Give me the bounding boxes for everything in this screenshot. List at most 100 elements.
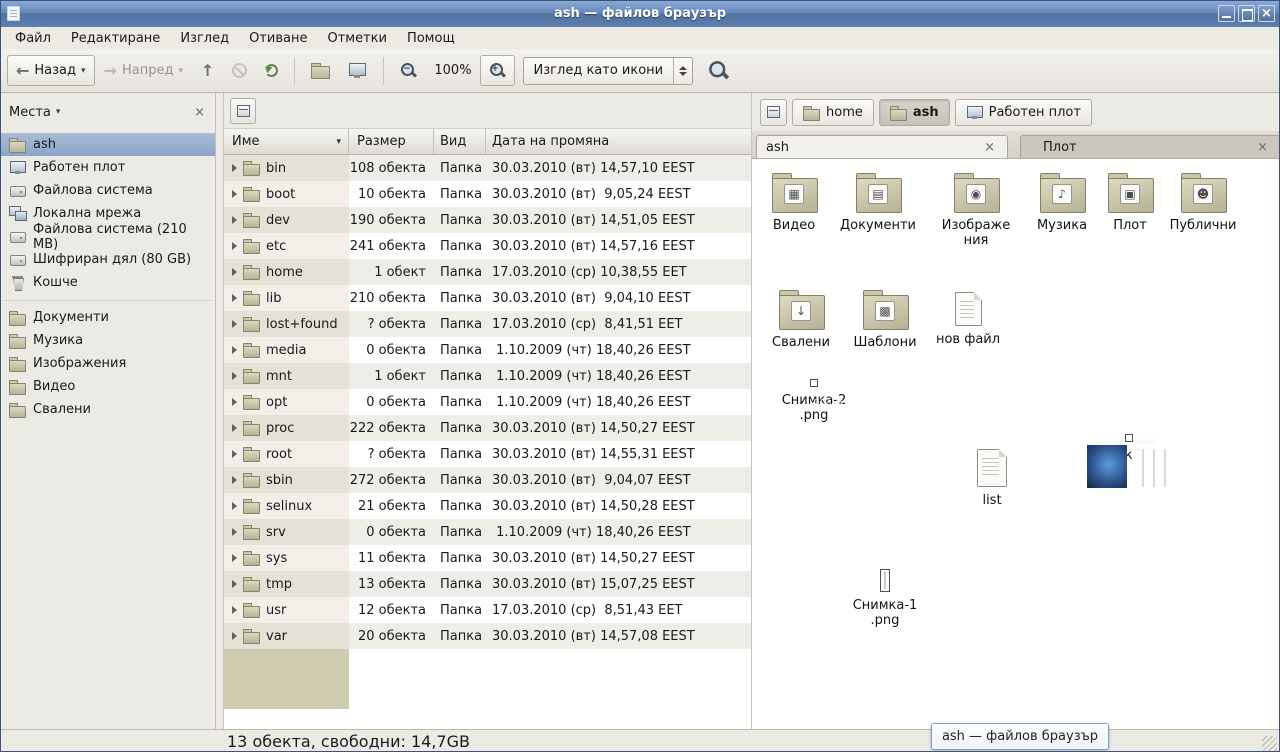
window-list-button[interactable]: ash — файлов браузър — [931, 723, 1109, 750]
sidebar-mode-dropdown-icon[interactable] — [56, 107, 61, 117]
expander-icon[interactable] — [232, 476, 237, 484]
tab-close-icon[interactable] — [1254, 140, 1271, 155]
resize-grip[interactable] — [1262, 736, 1277, 751]
view-mode-select[interactable]: Изглед като икони — [523, 57, 694, 85]
expander-icon[interactable] — [232, 242, 237, 250]
back-button[interactable]: Назад — [7, 55, 95, 86]
expander-icon[interactable] — [232, 632, 237, 640]
tree-row[interactable]: lost+found ? обекта Папка 17.03.2010 (ср… — [224, 311, 751, 337]
sidebar-item[interactable]: Музика — [1, 329, 215, 352]
sidebar-item[interactable]: Видео — [1, 375, 215, 398]
expander-icon[interactable] — [232, 606, 237, 614]
home-button[interactable] — [302, 55, 339, 86]
reload-button[interactable] — [256, 55, 287, 86]
sidebar-item[interactable]: Свалени — [1, 398, 215, 421]
titlebar[interactable]: ash — файлов браузър — [1, 1, 1279, 27]
tree-row[interactable]: srv 0 обекта Папка 1.10.2009 (чт) 18,40,… — [224, 519, 751, 545]
tree-row[interactable]: boot 10 обекта Папка 30.03.2010 (вт) 9,0… — [224, 181, 751, 207]
file-snimka-png[interactable]: GNOME Store Снимка.png — [1076, 434, 1182, 463]
expander-icon[interactable] — [232, 372, 237, 380]
expander-icon[interactable] — [232, 190, 237, 198]
folder-video[interactable]: ▦ Видео — [752, 173, 836, 233]
file-snimka-1-png[interactable]: Снимка-1.png — [834, 569, 936, 628]
tree-row[interactable]: usr 12 обекта Папка 17.03.2010 (ср) 8,51… — [224, 597, 751, 623]
expander-icon[interactable] — [232, 450, 237, 458]
file-list[interactable]: list — [954, 449, 1030, 508]
tab-ash[interactable]: ash — [756, 135, 1008, 158]
expander-icon[interactable] — [232, 580, 237, 588]
tree-row[interactable]: etc 241 обекта Папка 30.03.2010 (вт) 14,… — [224, 233, 751, 259]
expander-icon[interactable] — [232, 216, 237, 224]
file-snimka-2-png[interactable]: GUADEC Снимка-2.png — [764, 379, 864, 423]
expander-icon[interactable] — [232, 320, 237, 328]
expander-icon[interactable] — [232, 164, 237, 172]
column-header-date[interactable]: Дата на промяна — [486, 129, 751, 154]
path-scroll-button[interactable] — [760, 99, 787, 126]
menu-go[interactable]: Отиване — [239, 29, 317, 48]
forward-button[interactable]: Напред — [95, 55, 192, 86]
tree-row[interactable]: bin 108 обекта Папка 30.03.2010 (вт) 14,… — [224, 155, 751, 181]
tree-row[interactable]: root ? обекта Папка 30.03.2010 (вт) 14,5… — [224, 441, 751, 467]
tree-row[interactable]: sbin 272 обекта Папка 30.03.2010 (вт) 9,… — [224, 467, 751, 493]
expander-icon[interactable] — [232, 398, 237, 406]
column-header-type[interactable]: Вид — [434, 129, 486, 154]
expander-icon[interactable] — [232, 294, 237, 302]
tree-row[interactable]: proc 222 обекта Папка 30.03.2010 (вт) 14… — [224, 415, 751, 441]
menu-bookmarks[interactable]: Отметки — [317, 29, 396, 48]
menu-edit[interactable]: Редактиране — [61, 29, 170, 48]
sidebar-item[interactable]: Работен плот — [1, 156, 215, 179]
tree-row[interactable]: lib 210 обекта Папка 30.03.2010 (вт) 9,0… — [224, 285, 751, 311]
tree-row[interactable]: dev 190 обекта Папка 30.03.2010 (вт) 14,… — [224, 207, 751, 233]
sidebar-item[interactable]: Кошче — [1, 271, 215, 294]
folder-public[interactable]: ☻ Публични — [1161, 173, 1245, 233]
minimize-button[interactable] — [1218, 5, 1235, 22]
computer-button[interactable] — [339, 55, 376, 86]
icon-view[interactable]: ▦ Видео ▤ Документи ◉ Изображения ♪ Музи… — [752, 159, 1280, 729]
zoom-out-button[interactable] — [391, 55, 426, 86]
expander-icon[interactable] — [232, 346, 237, 354]
menu-help[interactable]: Помощ — [397, 29, 465, 48]
tab-close-icon[interactable] — [981, 140, 998, 155]
tab-plot[interactable]: Плот — [1020, 135, 1280, 158]
folder-pictures[interactable]: ◉ Изображения — [934, 173, 1018, 248]
tree-row[interactable]: var 20 обекта Папка 30.03.2010 (вт) 14,5… — [224, 623, 751, 649]
expander-icon[interactable] — [232, 424, 237, 432]
path-button-desktop[interactable]: Работен плот — [955, 99, 1092, 126]
tree-row[interactable]: sys 11 обекта Папка 30.03.2010 (вт) 14,5… — [224, 545, 751, 571]
search-button[interactable] — [701, 55, 736, 86]
tree-row[interactable]: home 1 обект Папка 17.03.2010 (ср) 10,38… — [224, 259, 751, 285]
stop-button[interactable] — [223, 55, 256, 86]
folder-documents[interactable]: ▤ Документи — [836, 173, 920, 233]
folder-templates[interactable]: ▩ Шаблони — [843, 290, 927, 350]
back-dropdown-icon[interactable] — [81, 66, 86, 76]
pane-toggle-button[interactable] — [230, 98, 256, 124]
file-new-file[interactable]: нов файл — [926, 292, 1010, 347]
sidebar-item[interactable]: Изображения — [1, 352, 215, 375]
tree-row[interactable]: tmp 13 обекта Папка 30.03.2010 (вт) 15,0… — [224, 571, 751, 597]
column-header-size[interactable]: Размер — [349, 129, 434, 154]
expander-icon[interactable] — [232, 268, 237, 276]
sidebar-item[interactable]: Шифриран дял (80 GB) — [1, 248, 215, 271]
column-header-name[interactable]: Име — [224, 129, 349, 154]
tree-row[interactable]: opt 0 обекта Папка 1.10.2009 (чт) 18,40,… — [224, 389, 751, 415]
sidebar-item[interactable]: Файлова система (210 MB) — [1, 225, 215, 248]
close-button[interactable] — [1258, 5, 1275, 22]
folder-desktop[interactable]: ▣ Плот — [1088, 173, 1172, 233]
sidebar-close-icon[interactable] — [190, 104, 209, 121]
up-button[interactable] — [192, 55, 223, 86]
expander-icon[interactable] — [232, 528, 237, 536]
expander-icon[interactable] — [232, 502, 237, 510]
path-button-ash[interactable]: ash — [879, 99, 950, 126]
menu-view[interactable]: Изглед — [170, 29, 239, 48]
tree-row[interactable]: media 0 обекта Папка 1.10.2009 (чт) 18,4… — [224, 337, 751, 363]
sidebar-item[interactable]: Файлова система — [1, 179, 215, 202]
sidebar-item[interactable]: Документи — [1, 306, 215, 329]
sidebar-item[interactable]: ash — [1, 133, 215, 156]
path-button-home[interactable]: home — [792, 99, 874, 126]
tree-row[interactable]: mnt 1 обект Папка 1.10.2009 (чт) 18,40,2… — [224, 363, 751, 389]
zoom-in-button[interactable] — [480, 55, 515, 86]
spinner-arrows-icon[interactable] — [674, 66, 692, 76]
menu-file[interactable]: Файл — [5, 29, 61, 48]
tree-row[interactable]: selinux 21 обекта Папка 30.03.2010 (вт) … — [224, 493, 751, 519]
folder-downloads[interactable]: ↓ Свалени — [759, 290, 843, 350]
